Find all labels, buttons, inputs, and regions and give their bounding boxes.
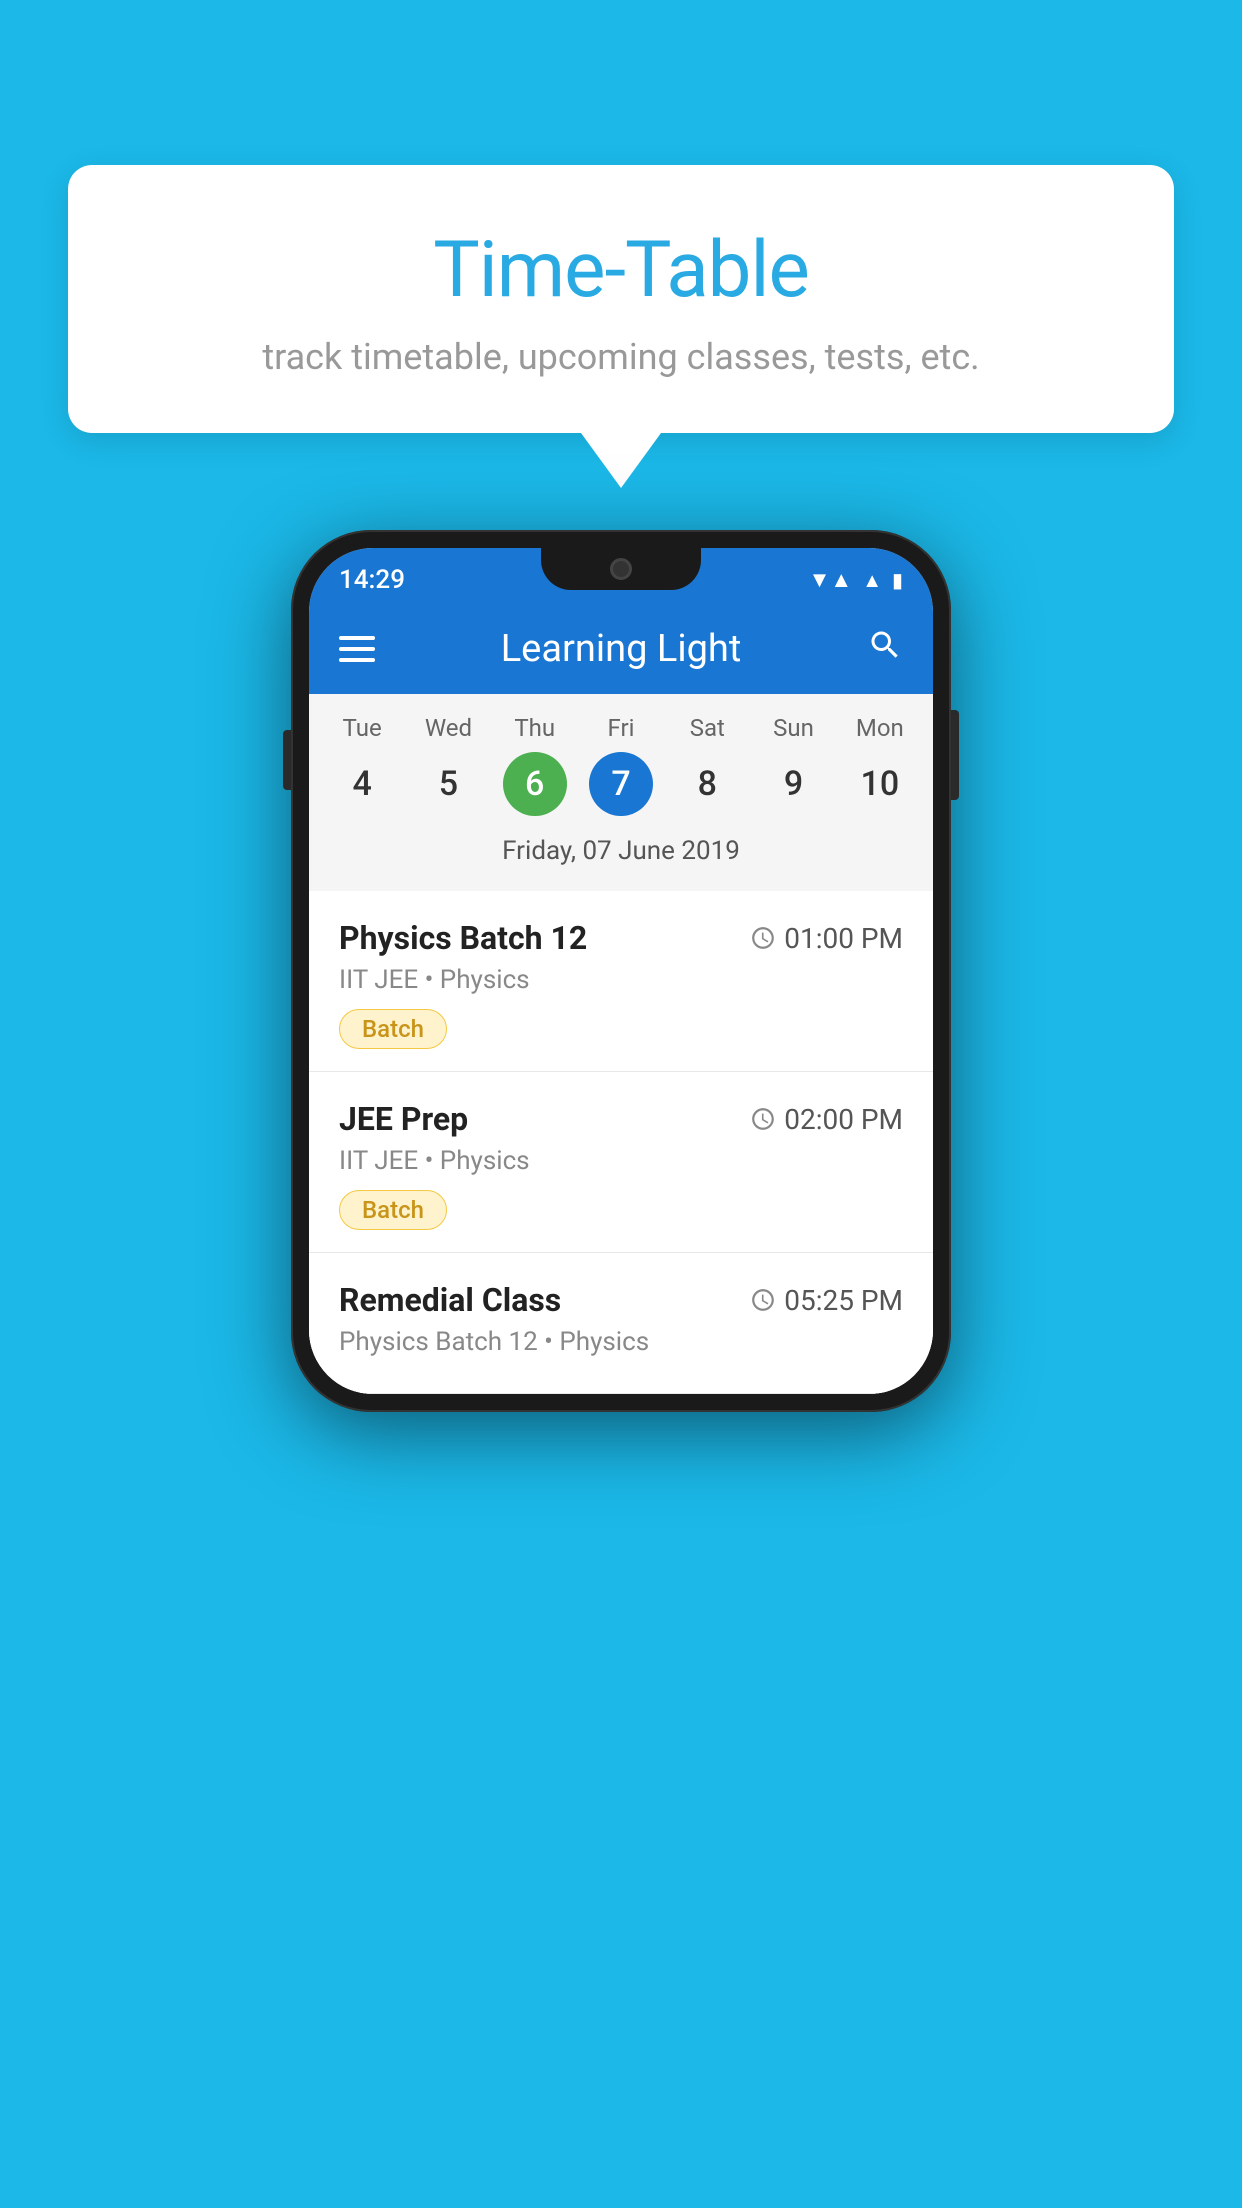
calendar-selected-date: Friday, 07 June 2019 (319, 826, 923, 881)
status-time: 14:29 (339, 565, 405, 595)
clock-icon (750, 1106, 776, 1132)
day-number: 5 (416, 752, 480, 816)
speech-bubble-title: Time-Table (118, 225, 1124, 316)
calendar-day-tue[interactable]: Tue 4 (322, 714, 402, 816)
phone-power-button (951, 710, 959, 800)
day-name: Sat (690, 714, 725, 742)
day-name: Thu (514, 714, 555, 742)
calendar-day-sat[interactable]: Sat 8 (667, 714, 747, 816)
schedule-item-time: 05:25 PM (750, 1284, 903, 1317)
wifi-icon: ▼▲ (809, 567, 853, 593)
phone-mockup: 14:29 ▼▲ ▲ ▮ Learning Light (291, 530, 951, 1412)
calendar-day-mon[interactable]: Mon 10 (840, 714, 920, 816)
calendar-days-row: Tue 4 Wed 5 Thu 6 Fri 7 Sat 8 Sun 9 Mon 10 (319, 714, 923, 816)
phone-notch (541, 548, 701, 590)
schedule-item[interactable]: JEE Prep 02:00 PM IIT JEE • Physics Batc… (309, 1072, 933, 1253)
status-icons: ▼▲ ▲ ▮ (809, 567, 903, 593)
day-number: 4 (330, 752, 394, 816)
schedule-list: Physics Batch 12 01:00 PM IIT JEE • Phys… (309, 891, 933, 1394)
schedule-item-time: 02:00 PM (750, 1103, 903, 1136)
schedule-item-subtitle: IIT JEE • Physics (339, 965, 903, 995)
signal-icon: ▲ (862, 568, 882, 593)
front-camera (610, 558, 632, 580)
day-number: 6 (503, 752, 567, 816)
schedule-item-title: Remedial Class (339, 1281, 561, 1319)
schedule-item-subtitle: IIT JEE • Physics (339, 1146, 903, 1176)
calendar-day-sun[interactable]: Sun 9 (754, 714, 834, 816)
schedule-item-subtitle: Physics Batch 12 • Physics (339, 1327, 903, 1357)
schedule-item-header: JEE Prep 02:00 PM (339, 1100, 903, 1138)
day-number: 8 (675, 752, 739, 816)
phone-outer: 14:29 ▼▲ ▲ ▮ Learning Light (291, 530, 951, 1412)
calendar-day-thu[interactable]: Thu 6 (495, 714, 575, 816)
day-number: 9 (762, 752, 826, 816)
clock-icon (750, 1287, 776, 1313)
schedule-item-header: Remedial Class 05:25 PM (339, 1281, 903, 1319)
day-number: 7 (589, 752, 653, 816)
schedule-item-time: 01:00 PM (750, 922, 903, 955)
day-name: Tue (343, 714, 382, 742)
search-button[interactable] (867, 627, 903, 672)
schedule-item-title: JEE Prep (339, 1100, 468, 1138)
day-name: Fri (608, 714, 635, 742)
speech-bubble-subtitle: track timetable, upcoming classes, tests… (118, 336, 1124, 378)
day-name: Mon (856, 714, 904, 742)
day-name: Wed (425, 714, 472, 742)
day-number: 10 (848, 752, 912, 816)
clock-icon (750, 925, 776, 951)
app-bar: Learning Light (309, 604, 933, 694)
batch-badge: Batch (339, 1009, 447, 1049)
calendar-day-wed[interactable]: Wed 5 (408, 714, 488, 816)
app-title: Learning Light (405, 627, 837, 671)
calendar-strip: Tue 4 Wed 5 Thu 6 Fri 7 Sat 8 Sun 9 Mon 10 Friday, 07… (309, 694, 933, 891)
schedule-item-title: Physics Batch 12 (339, 919, 587, 957)
speech-bubble: Time-Table track timetable, upcoming cla… (68, 165, 1174, 433)
day-name: Sun (773, 714, 814, 742)
battery-icon: ▮ (892, 568, 903, 592)
schedule-item[interactable]: Physics Batch 12 01:00 PM IIT JEE • Phys… (309, 891, 933, 1072)
phone-screen: 14:29 ▼▲ ▲ ▮ Learning Light (309, 548, 933, 1394)
schedule-item[interactable]: Remedial Class 05:25 PM Physics Batch 12… (309, 1253, 933, 1394)
speech-bubble-container: Time-Table track timetable, upcoming cla… (68, 165, 1174, 488)
hamburger-menu-button[interactable] (339, 636, 375, 662)
calendar-day-fri[interactable]: Fri 7 (581, 714, 661, 816)
batch-badge: Batch (339, 1190, 447, 1230)
speech-bubble-tail (581, 433, 661, 488)
phone-volume-button (283, 730, 291, 790)
schedule-item-header: Physics Batch 12 01:00 PM (339, 919, 903, 957)
